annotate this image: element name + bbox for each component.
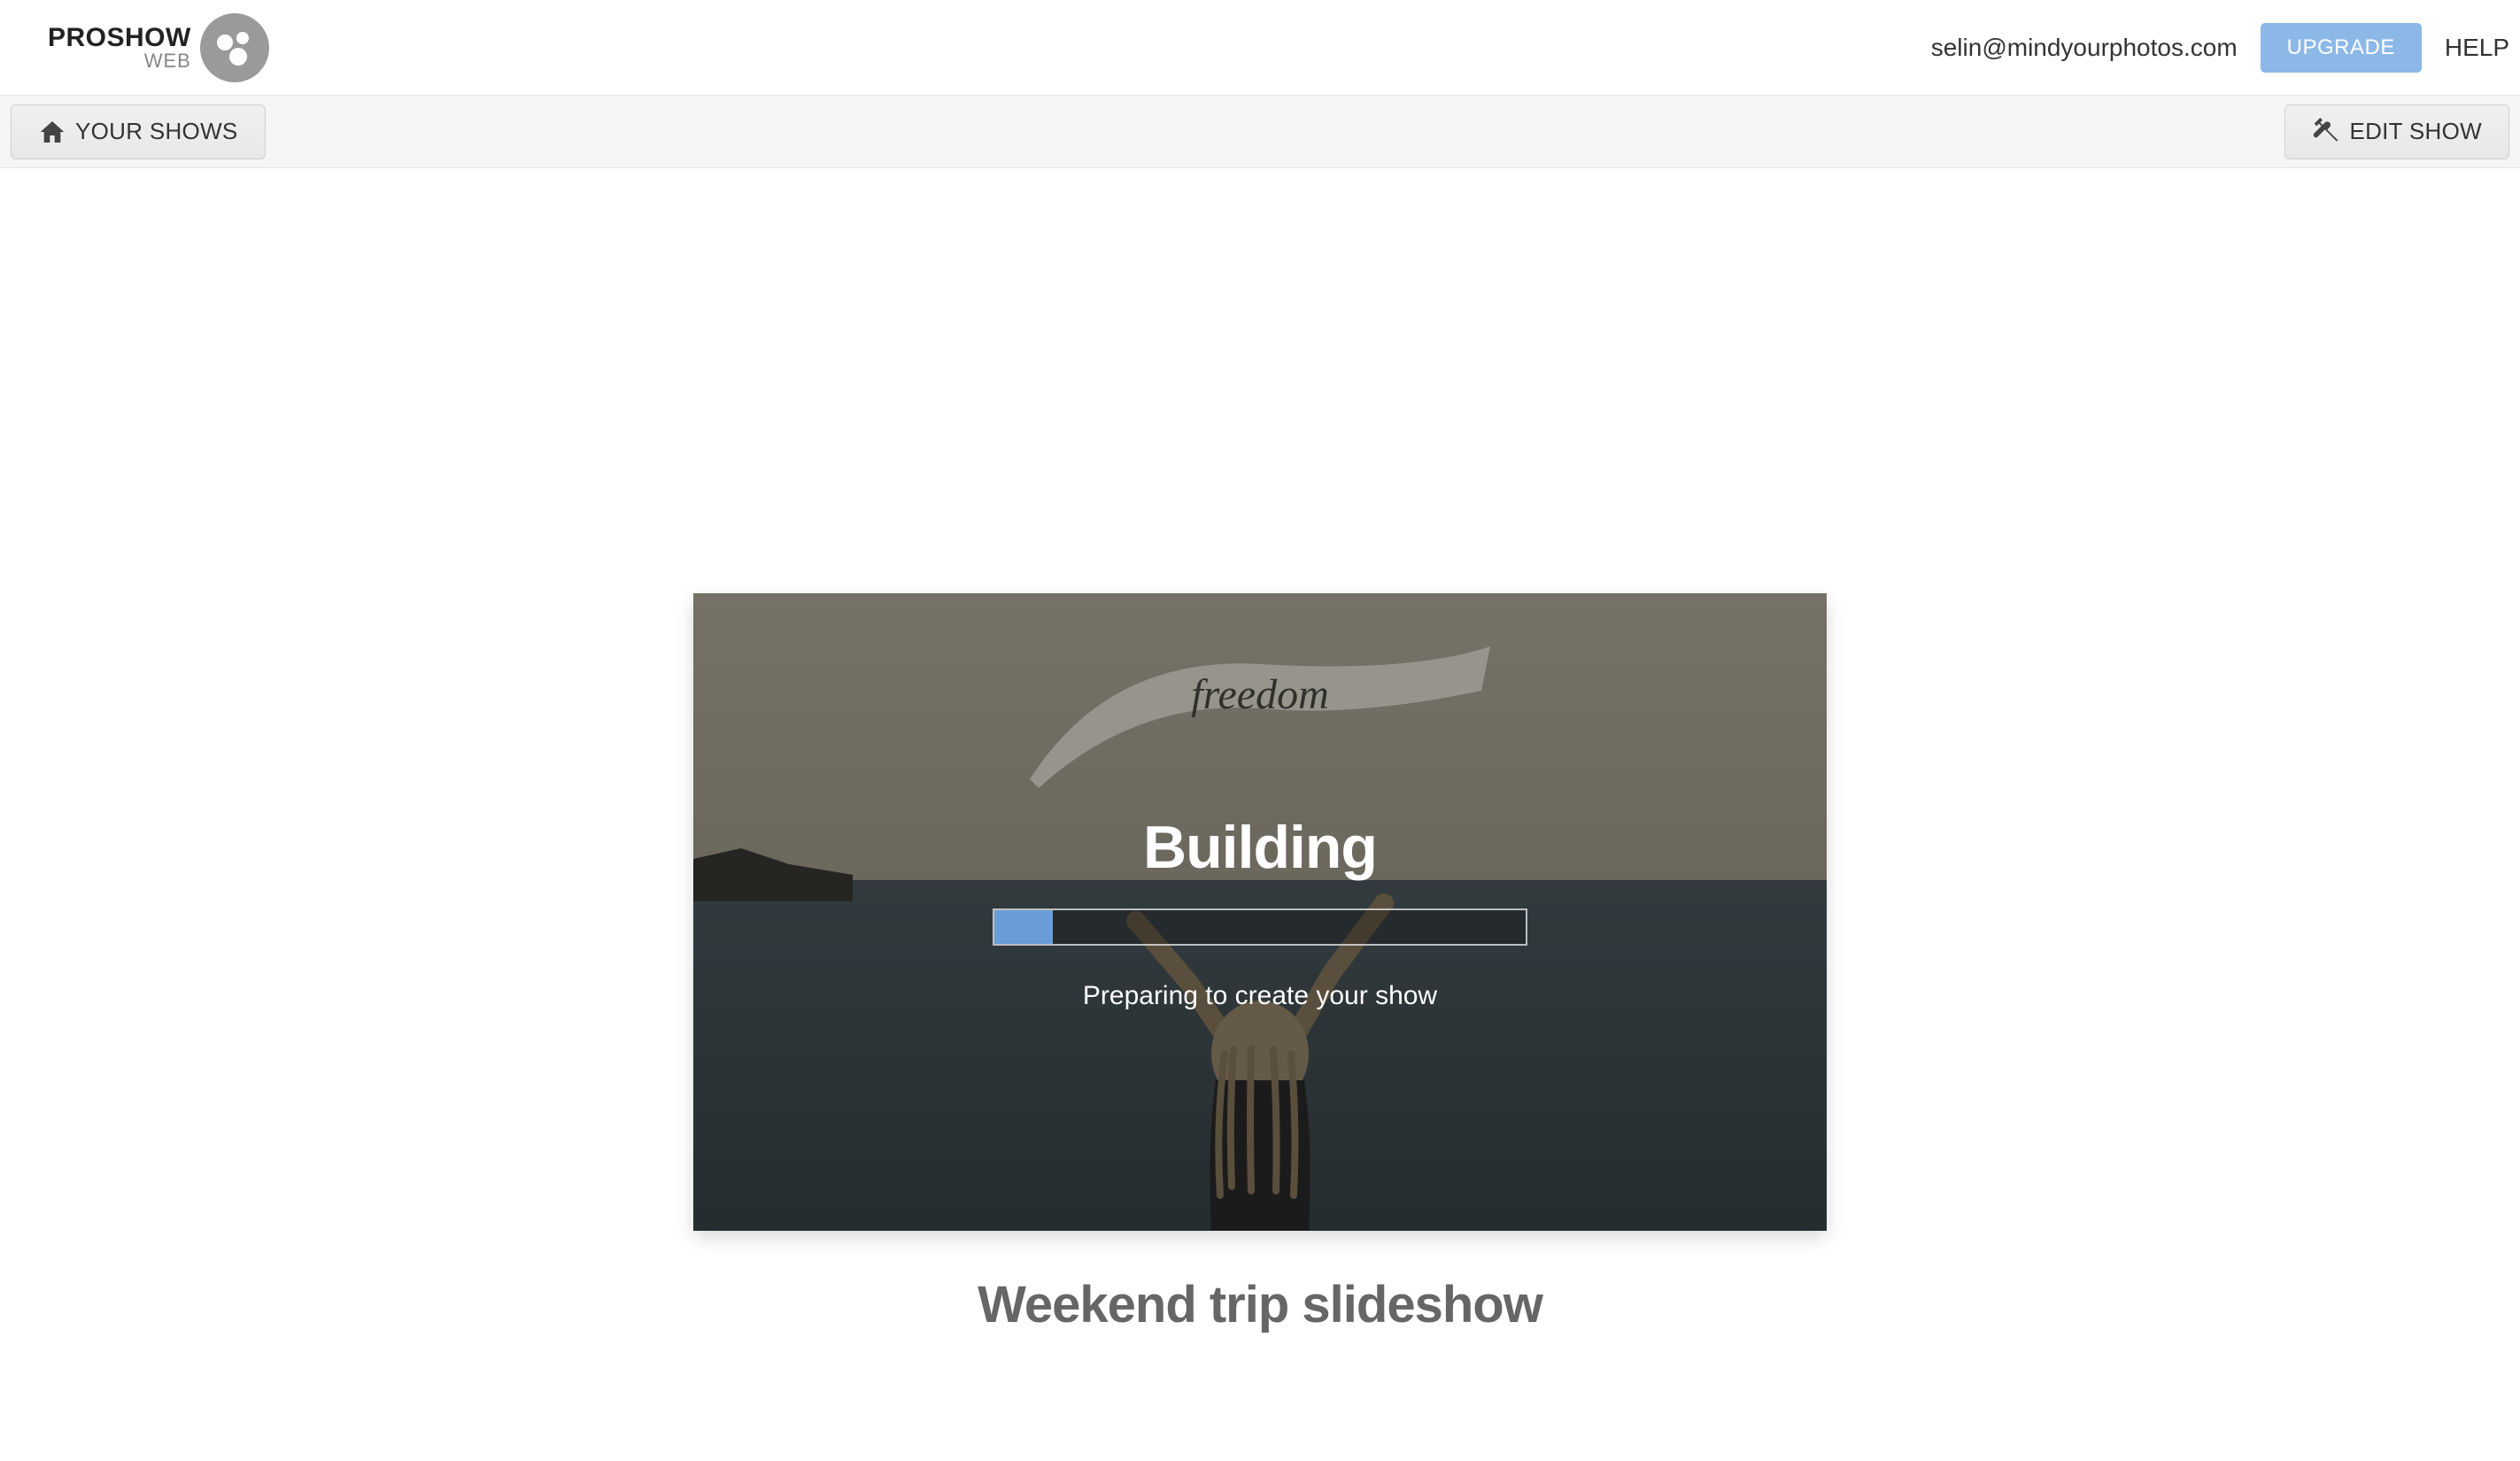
user-email[interactable]: selin@mindyourphotos.com	[1931, 34, 2238, 62]
logo-text: PROSHOW WEB	[48, 25, 191, 71]
edit-show-button[interactable]: EDIT SHOW	[2284, 104, 2509, 159]
app-header: PROSHOW WEB selin@mindyourphotos.com UPG…	[0, 0, 2520, 96]
toolbar: YOUR SHOWS EDIT SHOW	[0, 96, 2520, 168]
show-title: Weekend trip slideshow	[978, 1275, 1542, 1334]
progress-bar	[993, 908, 1527, 946]
header-right: selin@mindyourphotos.com UPGRADE HELP	[1931, 23, 2509, 73]
status-message: Preparing to create your show	[1083, 981, 1437, 1011]
main-content: freedom Building Preparing to create you…	[0, 168, 2520, 1334]
logo[interactable]: PROSHOW WEB	[48, 13, 269, 82]
logo-icon	[200, 13, 269, 82]
building-title: Building	[1143, 813, 1377, 882]
logo-main-text: PROSHOW	[48, 25, 191, 51]
your-shows-button[interactable]: YOUR SHOWS	[11, 104, 266, 159]
help-link[interactable]: HELP	[2445, 34, 2509, 62]
logo-sub-text: WEB	[48, 51, 191, 71]
your-shows-label: YOUR SHOWS	[75, 118, 238, 145]
building-status: Building Preparing to create your show	[693, 593, 1827, 1231]
upgrade-button[interactable]: UPGRADE	[2261, 23, 2422, 73]
progress-fill	[994, 910, 1053, 944]
show-preview: freedom Building Preparing to create you…	[693, 593, 1827, 1231]
home-icon	[38, 118, 66, 146]
edit-show-label: EDIT SHOW	[2349, 118, 2482, 145]
tools-icon	[2312, 118, 2340, 146]
